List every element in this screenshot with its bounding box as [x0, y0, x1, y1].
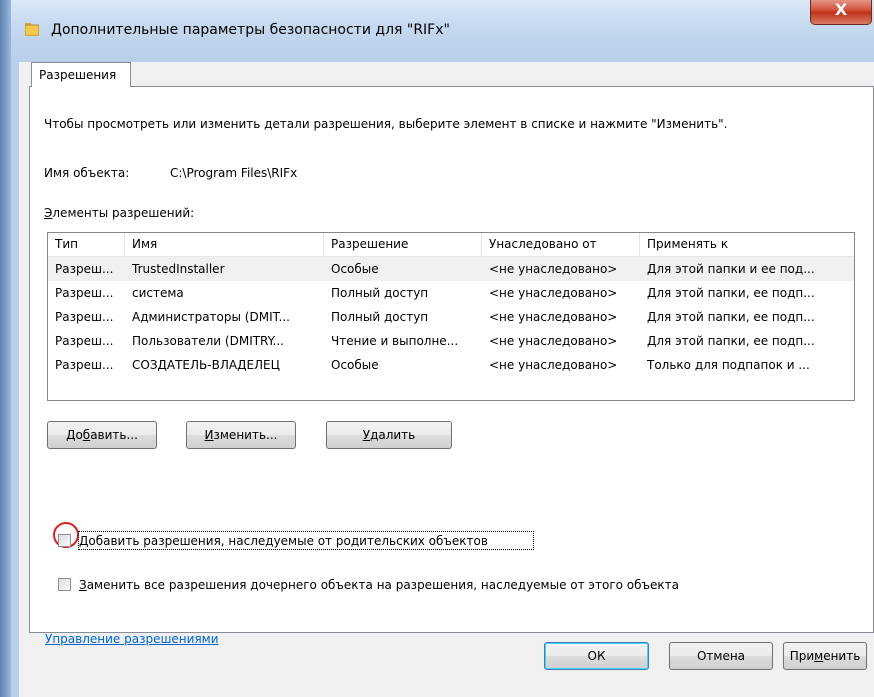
cell-permission: Особые [331, 358, 379, 372]
cell-type: Разреш... [55, 334, 114, 348]
permission-entries-list[interactable]: Тип Имя Разрешение Унаследовано от Приме… [47, 232, 855, 401]
inherit-checkbox[interactable] [58, 534, 71, 547]
close-icon: X [834, 0, 848, 19]
cell-apply-to: Для этой папки, ее подп... [647, 310, 815, 324]
edit-button[interactable]: Изменить... [186, 421, 296, 449]
cell-apply-to: Для этой папки, ее подп... [647, 286, 815, 300]
cell-permission: Полный доступ [331, 286, 429, 300]
object-name-value: C:\Program Files\RIFx [170, 166, 298, 180]
cell-inherited-from: <не унаследовано> [489, 286, 618, 300]
column-header-apply-to[interactable]: Применять к [640, 233, 854, 256]
column-header-inherited-from[interactable]: Унаследовано от [482, 233, 640, 256]
cell-type: Разреш... [55, 262, 114, 276]
cell-permission: Полный доступ [331, 310, 429, 324]
window-edge [0, 0, 11, 697]
cell-type: Разреш... [55, 310, 114, 324]
cell-inherited-from: <не унаследовано> [489, 358, 618, 372]
replace-checkbox-label[interactable]: Заменить все разрешения дочернего объект… [79, 578, 679, 592]
permissions-panel: Чтобы просмотреть или изменить детали ра… [29, 86, 874, 646]
title-bar[interactable]: Дополнительные параметры безопасности дл… [11, 0, 874, 62]
cell-type: Разреш... [55, 358, 114, 372]
table-row[interactable]: Разреш... TrustedInstaller Особые <не унасл… [48, 257, 854, 281]
cell-name: Администраторы (DMIT... [132, 310, 290, 324]
cell-name: Пользователи (DMITRY... [132, 334, 284, 348]
column-header-type[interactable]: Тип [48, 233, 125, 256]
table-row[interactable]: Разреш... Администраторы (DMIT... Полный д… [48, 305, 854, 329]
object-name-label: Имя объекта: [44, 166, 130, 180]
remove-button[interactable]: Удалить [326, 421, 452, 449]
cell-apply-to: Для этой папки и ее под... [647, 262, 815, 276]
inherit-checkbox-label[interactable]: Добавить разрешения, наследуемые от роди… [79, 534, 488, 548]
column-header-permission[interactable]: Разрешение [324, 233, 482, 256]
close-button[interactable]: X [810, 0, 872, 25]
replace-checkbox[interactable] [58, 578, 71, 591]
column-header-name[interactable]: Имя [125, 233, 324, 256]
tab-permissions[interactable]: Разрешения [31, 62, 131, 87]
instruction-text: Чтобы просмотреть или изменить детали ра… [44, 117, 728, 131]
cell-inherited-from: <не унаследовано> [489, 262, 618, 276]
table-row[interactable]: Разреш... СОЗДАТЕЛЬ-ВЛАДЕЛЕЦ Особые <не уна… [48, 353, 854, 377]
cell-type: Разреш... [55, 286, 114, 300]
add-button[interactable]: Добавить... [47, 421, 157, 449]
table-row[interactable]: Разреш... система Полный доступ <не унаслед… [48, 281, 854, 305]
cell-name: TrustedInstaller [132, 262, 225, 276]
cell-name: система [132, 286, 184, 300]
cell-inherited-from: <не унаследовано> [489, 334, 618, 348]
window-title: Дополнительные параметры безопасности дл… [51, 22, 450, 38]
dialog-body: Разрешения Чтобы просмотреть или изменит… [19, 62, 874, 697]
entries-label: Элементы разрешений: [44, 206, 195, 220]
cell-permission: Особые [331, 262, 379, 276]
security-dialog: Дополнительные параметры безопасности дл… [0, 0, 874, 697]
cell-apply-to: Только для подпапок и ... [647, 358, 810, 372]
cell-apply-to: Для этой папки, ее подп... [647, 334, 815, 348]
cancel-button[interactable]: Отмена [669, 642, 773, 670]
ok-button[interactable]: ОК [544, 642, 649, 670]
cell-name: СОЗДАТЕЛЬ-ВЛАДЕЛЕЦ [132, 358, 280, 372]
list-header: Тип Имя Разрешение Унаследовано от Приме… [48, 233, 854, 257]
table-row[interactable]: Разреш... Пользователи (DMITRY... Чтение и… [48, 329, 854, 353]
cell-inherited-from: <не унаследовано> [489, 310, 618, 324]
manage-permissions-link[interactable]: Управление разрешениями [45, 632, 219, 646]
cell-permission: Чтение и выполне... [331, 334, 459, 348]
apply-button[interactable]: Применить [783, 642, 867, 670]
folder-icon [25, 23, 39, 36]
